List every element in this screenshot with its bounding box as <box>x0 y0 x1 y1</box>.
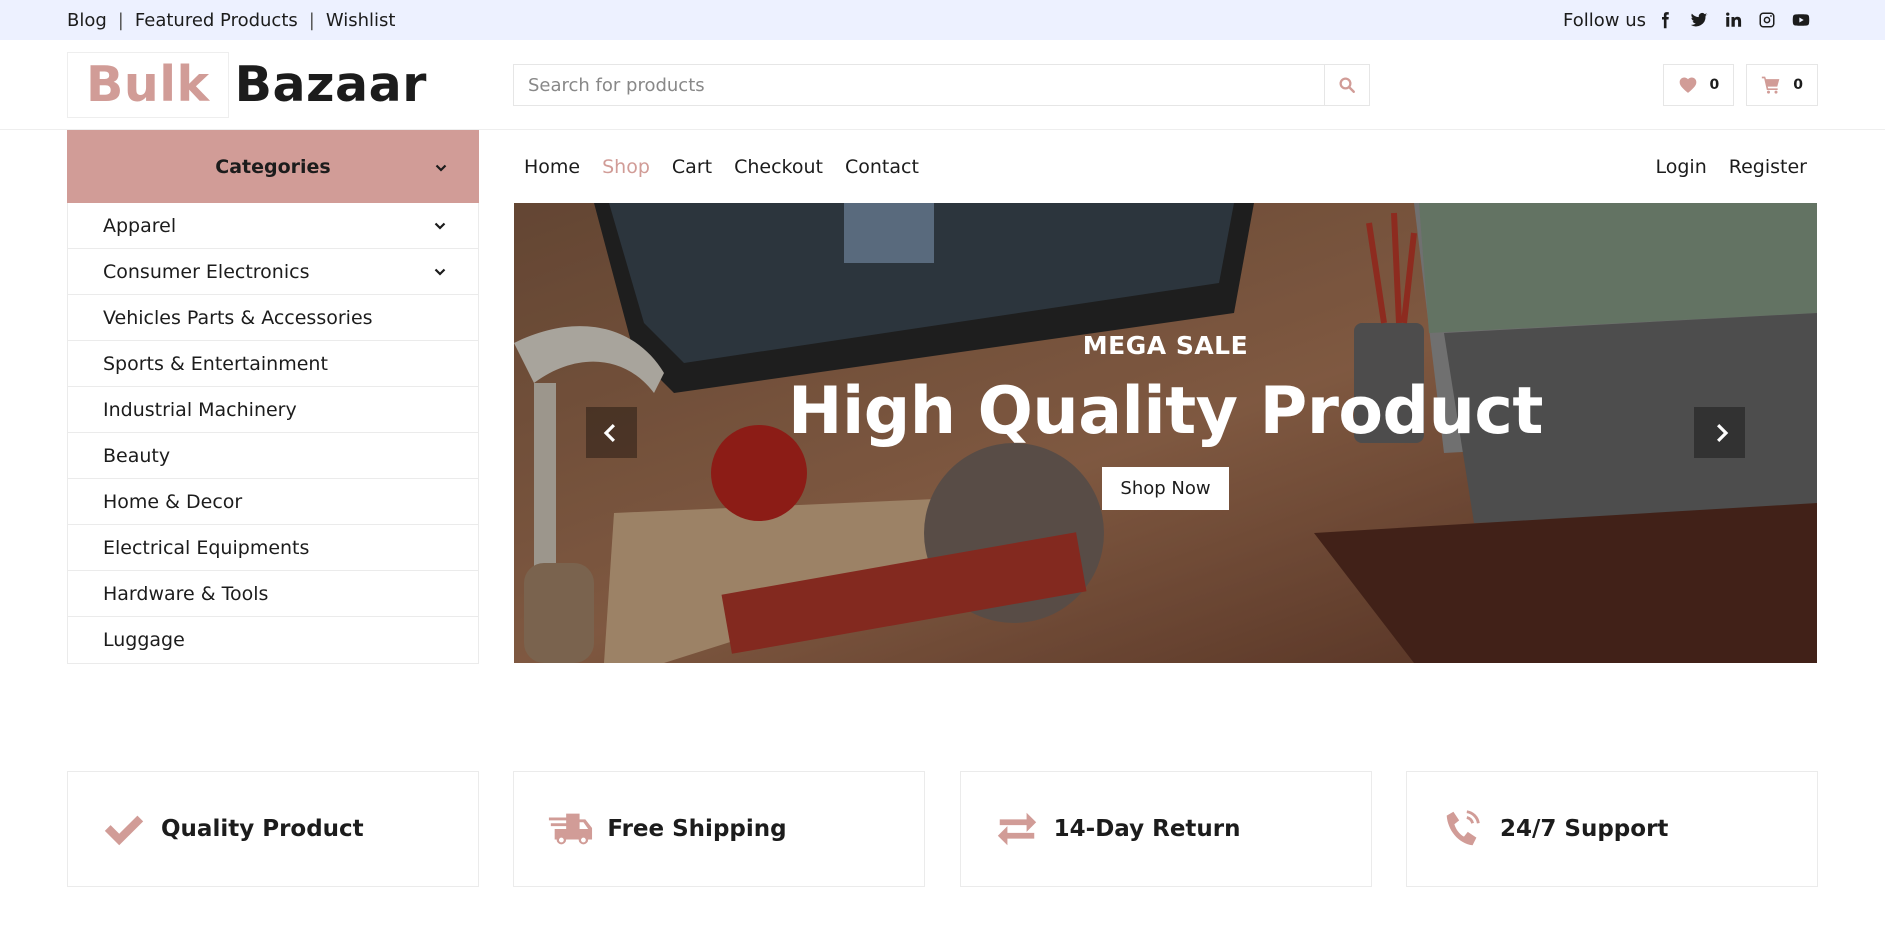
category-item-industrial-machinery[interactable]: Industrial Machinery <box>68 387 478 433</box>
chevron-down-icon <box>434 261 446 283</box>
chevron-left-icon <box>603 423 615 442</box>
chevron-right-icon <box>1716 423 1728 442</box>
feature-free-shipping: Free Shipping <box>513 771 926 887</box>
chevron-down-icon <box>434 215 446 237</box>
category-label: Vehicles Parts & Accessories <box>103 306 373 329</box>
site-header: Bulk Bazaar 0 0 <box>0 40 1885 130</box>
main-nav: Home Shop Cart Checkout Contact Login Re… <box>514 130 1817 203</box>
category-label: Sports & Entertainment <box>103 352 328 375</box>
logo-part-bazaar: Bazaar <box>234 56 427 113</box>
hero-subtitle: MEGA SALE <box>1082 331 1249 360</box>
heart-icon <box>1679 77 1696 93</box>
top-link-featured-products[interactable]: Featured Products <box>135 10 298 31</box>
top-link-wishlist[interactable]: Wishlist <box>326 10 396 31</box>
feature-label: 24/7 Support <box>1499 816 1669 842</box>
category-label: Home & Decor <box>103 490 243 513</box>
nav-link-home[interactable]: Home <box>524 156 580 178</box>
top-bar: Blog | Featured Products | Wishlist Foll… <box>0 0 1885 40</box>
categories-title: Categories <box>215 155 331 178</box>
wishlist-count: 0 <box>1709 77 1720 93</box>
hero-title: High Quality Product <box>788 374 1543 449</box>
social-follow: Follow us <box>1563 9 1818 31</box>
top-links: Blog | Featured Products | Wishlist <box>67 10 395 31</box>
shipping-truck-icon <box>549 813 593 845</box>
category-item-consumer-electronics[interactable]: Consumer Electronics <box>68 249 478 295</box>
categories-sidebar: Categories Apparel Consumer Electronics … <box>67 130 479 664</box>
nav-link-cart[interactable]: Cart <box>672 156 712 178</box>
category-label: Apparel <box>103 214 177 237</box>
site-logo[interactable]: Bulk Bazaar <box>67 51 427 118</box>
facebook-icon[interactable] <box>1648 9 1682 31</box>
category-label: Electrical Equipments <box>103 536 310 559</box>
category-item-electrical-equipments[interactable]: Electrical Equipments <box>68 525 478 571</box>
check-icon <box>104 815 144 846</box>
top-link-blog[interactable]: Blog <box>67 10 107 31</box>
hero-caption: MEGA SALE High Quality Product Shop Now <box>514 331 1817 510</box>
carousel-prev-button[interactable] <box>586 407 637 458</box>
feature-label: 14-Day Return <box>1053 816 1241 842</box>
wishlist-button[interactable]: 0 <box>1662 64 1735 106</box>
logo-part-bulk: Bulk <box>67 51 229 118</box>
feature-quality-product: Quality Product <box>67 771 479 887</box>
nav-link-contact[interactable]: Contact <box>845 156 919 178</box>
category-item-vehicles-parts[interactable]: Vehicles Parts & Accessories <box>68 295 478 341</box>
twitter-icon[interactable] <box>1682 9 1716 31</box>
nav-left: Home Shop Cart Checkout Contact <box>524 156 919 178</box>
category-item-beauty[interactable]: Beauty <box>68 433 478 479</box>
feature-14-day-return: 14-Day Return <box>959 771 1372 887</box>
separator: | <box>308 9 315 31</box>
category-label: Hardware & Tools <box>103 582 269 605</box>
main-area: Categories Apparel Consumer Electronics … <box>0 130 1885 664</box>
cart-count: 0 <box>1793 77 1803 93</box>
shop-now-button[interactable]: Shop Now <box>1102 467 1229 510</box>
category-item-hardware-tools[interactable]: Hardware & Tools <box>68 571 478 617</box>
category-item-apparel[interactable]: Apparel <box>68 203 478 249</box>
follow-label: Follow us <box>1563 9 1646 31</box>
search-bar <box>513 64 1370 106</box>
nav-right: Login Register <box>1656 156 1808 178</box>
cart-button[interactable]: 0 <box>1746 64 1818 106</box>
categories-toggle[interactable]: Categories <box>67 130 479 203</box>
features-row: Quality Product Free Shipping 14-Day Ret… <box>67 771 1818 887</box>
youtube-icon[interactable] <box>1784 9 1818 31</box>
exchange-arrows-icon <box>997 812 1036 846</box>
category-item-home-decor[interactable]: Home & Decor <box>68 479 478 525</box>
carousel-next-button[interactable] <box>1694 407 1745 458</box>
instagram-icon[interactable] <box>1750 9 1784 31</box>
separator: | <box>117 9 124 31</box>
category-label: Industrial Machinery <box>103 398 297 421</box>
search-icon <box>1339 77 1355 93</box>
category-label: Consumer Electronics <box>103 260 310 283</box>
phone-volume-icon <box>1446 810 1480 846</box>
category-list: Apparel Consumer Electronics Vehicles Pa… <box>67 203 479 664</box>
category-item-sports-entertainment[interactable]: Sports & Entertainment <box>68 341 478 387</box>
category-label: Luggage <box>103 629 185 651</box>
nav-link-shop[interactable]: Shop <box>602 156 650 178</box>
feature-label: Free Shipping <box>607 816 787 842</box>
hero-carousel: MEGA SALE High Quality Product Shop Now <box>514 203 1817 663</box>
nav-link-checkout[interactable]: Checkout <box>734 156 823 178</box>
header-icons: 0 0 <box>1662 64 1818 106</box>
linkedin-icon[interactable] <box>1716 9 1750 31</box>
chevron-down-icon <box>435 157 447 179</box>
content-area: Home Shop Cart Checkout Contact Login Re… <box>514 130 1817 664</box>
feature-24-7-support: 24/7 Support <box>1405 771 1818 887</box>
shopping-cart-icon <box>1762 76 1780 94</box>
feature-label: Quality Product <box>161 816 364 842</box>
search-input[interactable] <box>514 65 1324 105</box>
category-item-luggage[interactable]: Luggage <box>68 617 478 663</box>
category-label: Beauty <box>103 444 171 467</box>
search-button[interactable] <box>1324 65 1369 105</box>
nav-link-login[interactable]: Login <box>1656 156 1707 178</box>
nav-link-register[interactable]: Register <box>1729 156 1807 178</box>
